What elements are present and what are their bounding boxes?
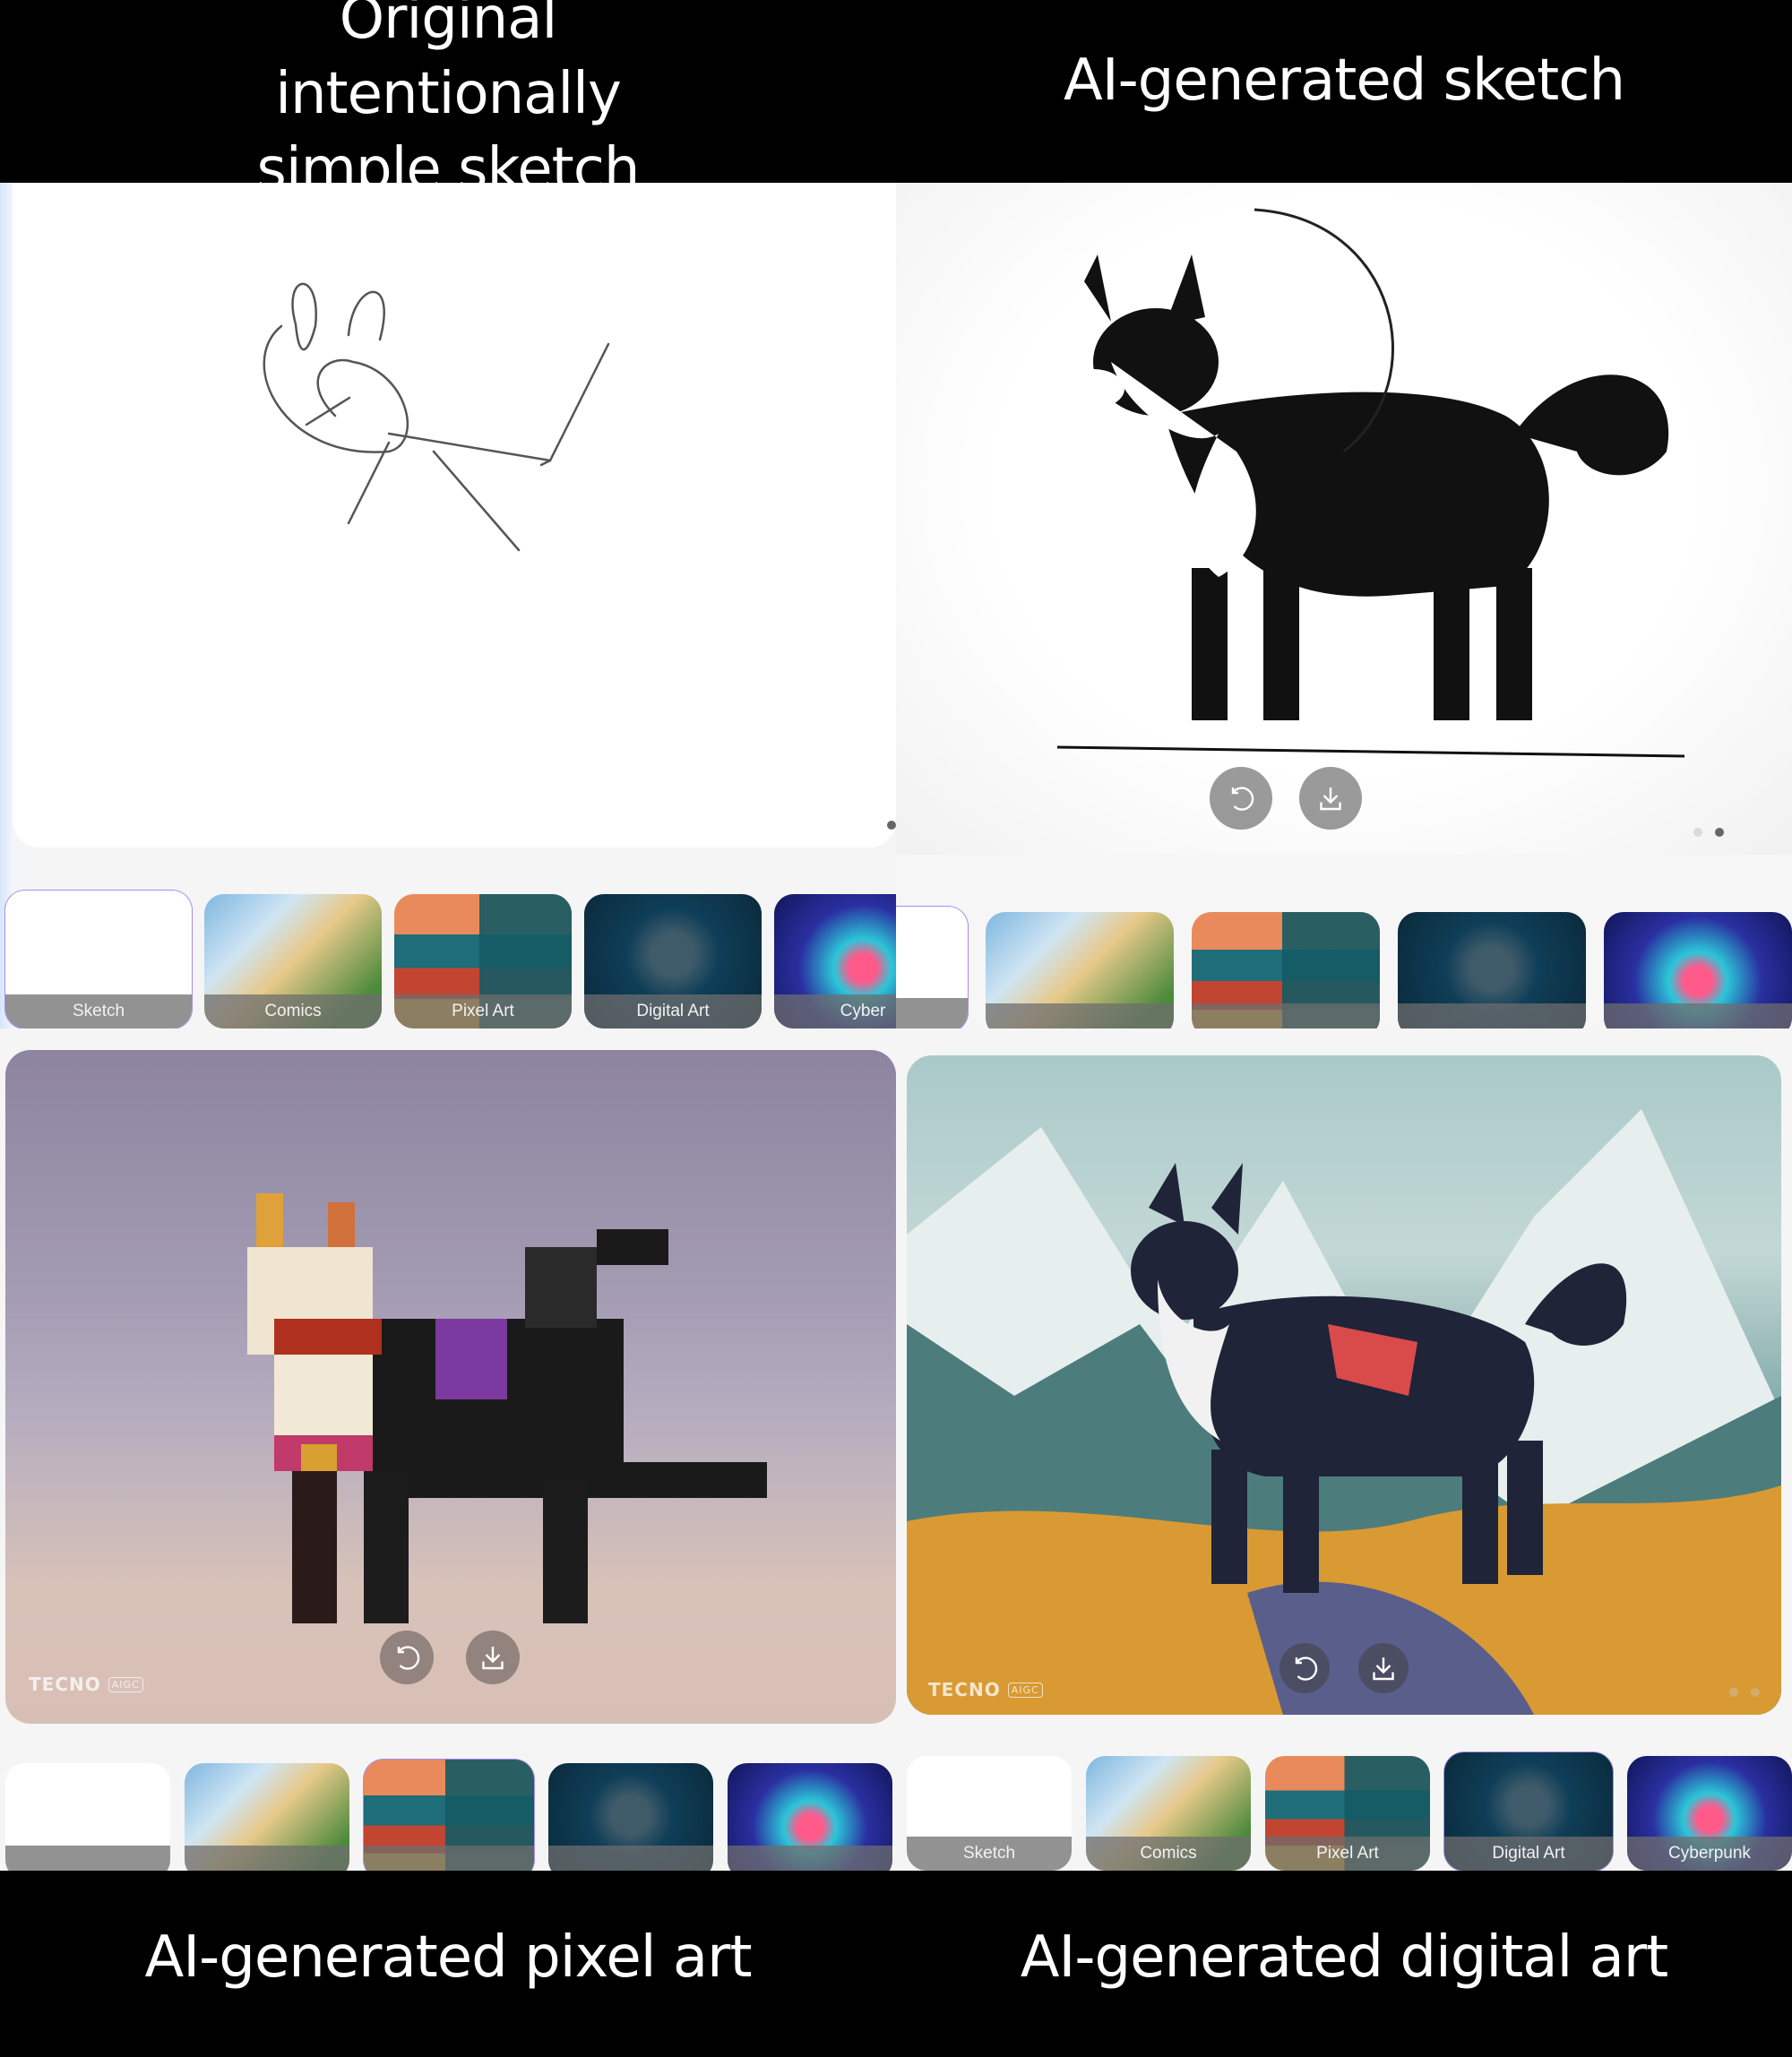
generated-image [896, 183, 1792, 855]
style-card-cyberpunk[interactable]: Cyber [774, 894, 896, 1028]
style-label [1192, 1003, 1380, 1028]
style-card-pixel-art[interactable]: Pixel Art [1265, 1756, 1430, 1871]
style-card-comics[interactable]: Comics [204, 894, 382, 1028]
style-label: Digital Art [1444, 1837, 1613, 1871]
pagination-dots [1693, 828, 1724, 837]
regenerate-button[interactable] [1279, 1643, 1330, 1693]
panel-ai-pixel-art: TECNO AIGC [0, 1028, 896, 1871]
aigc-badge: AIGC [1007, 1682, 1043, 1698]
style-selector: Sketch Comics Pixel Art Digital Art Cybe… [907, 1752, 1792, 1871]
style-selector: Sketch Comics Pixel Art Digital Art Cybe… [5, 891, 896, 1028]
panel-ai-digital-art: TECNO AIGC Sketch Comics Pixel Art Digit… [896, 1028, 1792, 1871]
style-label: Cyber [774, 994, 896, 1028]
pixel-dog-image [247, 1193, 767, 1623]
download-button[interactable] [1299, 767, 1362, 830]
style-card-digital-art[interactable]: Digital Art [584, 894, 762, 1028]
style-label [185, 1846, 349, 1871]
style-card-sketch[interactable] [5, 1763, 170, 1871]
regenerate-button[interactable] [1210, 767, 1272, 830]
download-icon [1320, 788, 1341, 811]
pagination-dots [1729, 1688, 1760, 1697]
style-label: Pixel Art [1265, 1837, 1430, 1871]
style-label [548, 1846, 713, 1871]
style-card-pixel-art[interactable] [364, 1760, 534, 1871]
style-card-comics[interactable] [986, 912, 1174, 1028]
style-card-cyberpunk[interactable]: Cyberpunk [1627, 1756, 1792, 1871]
style-label: Cyberpunk [1627, 1837, 1792, 1871]
panel-original-sketch: Sketch Comics Pixel Art Digital Art Cybe… [0, 183, 896, 1028]
style-card-digital-art[interactable] [548, 1763, 713, 1871]
caption-text: AI-generated sketch [1064, 47, 1625, 114]
style-label [364, 1846, 534, 1871]
style-label [986, 1003, 1174, 1028]
user-sketch-drawing [263, 282, 610, 552]
pagination-dots [887, 821, 896, 830]
download-icon [1373, 1657, 1394, 1681]
regenerate-icon [1295, 1657, 1318, 1681]
style-card-cyberpunk[interactable] [728, 1763, 892, 1871]
caption-original-sketch: Original intentionally simple sketch [0, 0, 896, 202]
pagination-dot-active[interactable] [1715, 828, 1724, 837]
style-label [896, 998, 968, 1028]
style-label [1604, 1003, 1792, 1028]
dog-sketch-image [1056, 208, 1685, 758]
drawing-canvas[interactable] [13, 183, 896, 848]
pagination-dot[interactable] [1693, 828, 1702, 837]
style-label [1398, 1003, 1586, 1028]
caption-ai-pixel-art: AI-generated pixel art [0, 1908, 896, 2007]
caption-ai-digital-art: AI-generated digital art [896, 1908, 1792, 2007]
style-label: Sketch [907, 1837, 1072, 1871]
style-card-pixel-art[interactable]: Pixel Art [394, 894, 572, 1028]
style-card-sketch[interactable]: Sketch [5, 891, 192, 1028]
tecno-aigc-watermark: TECNO AIGC [928, 1679, 1043, 1700]
aigc-badge: AIGC [108, 1676, 143, 1692]
style-card-digital-art[interactable]: Digital Art [1444, 1752, 1613, 1871]
style-card-sketch[interactable]: Sketch [907, 1756, 1072, 1871]
style-label: Comics [1086, 1837, 1251, 1871]
style-card-cyberpunk[interactable] [1604, 912, 1792, 1028]
style-card-comics[interactable]: Comics [1086, 1756, 1251, 1871]
caption-ai-sketch: AI-generated sketch [896, 9, 1792, 152]
style-card-comics[interactable] [185, 1763, 349, 1871]
brand-text: TECNO [928, 1679, 1001, 1700]
digital-dog-image [907, 1109, 1781, 1715]
pagination-dot[interactable] [1751, 1688, 1760, 1697]
regenerate-icon [1231, 787, 1254, 811]
regenerate-button[interactable] [380, 1631, 434, 1684]
style-label: Sketch [5, 994, 192, 1028]
style-label: Digital Art [584, 994, 762, 1028]
download-button[interactable] [1358, 1643, 1409, 1693]
style-selector [896, 907, 1792, 1028]
generated-image [907, 1055, 1781, 1715]
style-label [728, 1846, 892, 1871]
download-icon [482, 1647, 504, 1670]
style-label: Comics [204, 994, 382, 1028]
caption-text: Original intentionally simple sketch [256, 0, 641, 202]
style-selector [5, 1760, 892, 1871]
style-card-pixel-art[interactable] [1192, 912, 1380, 1028]
style-card-sketch[interactable] [896, 907, 968, 1028]
generated-image [5, 1050, 896, 1724]
regenerate-icon [397, 1646, 420, 1670]
brand-text: TECNO [29, 1674, 101, 1695]
pagination-dot[interactable] [1729, 1688, 1738, 1697]
tecno-aigc-watermark: TECNO AIGC [29, 1674, 143, 1695]
panel-ai-sketch [896, 183, 1792, 1028]
pagination-dot[interactable] [887, 821, 896, 830]
style-label [5, 1846, 170, 1871]
caption-text: AI-generated pixel art [144, 1924, 752, 1991]
style-label: Pixel Art [394, 994, 572, 1028]
caption-text: AI-generated digital art [1020, 1924, 1669, 1991]
style-card-digital-art[interactable] [1398, 912, 1586, 1028]
download-button[interactable] [466, 1631, 520, 1684]
